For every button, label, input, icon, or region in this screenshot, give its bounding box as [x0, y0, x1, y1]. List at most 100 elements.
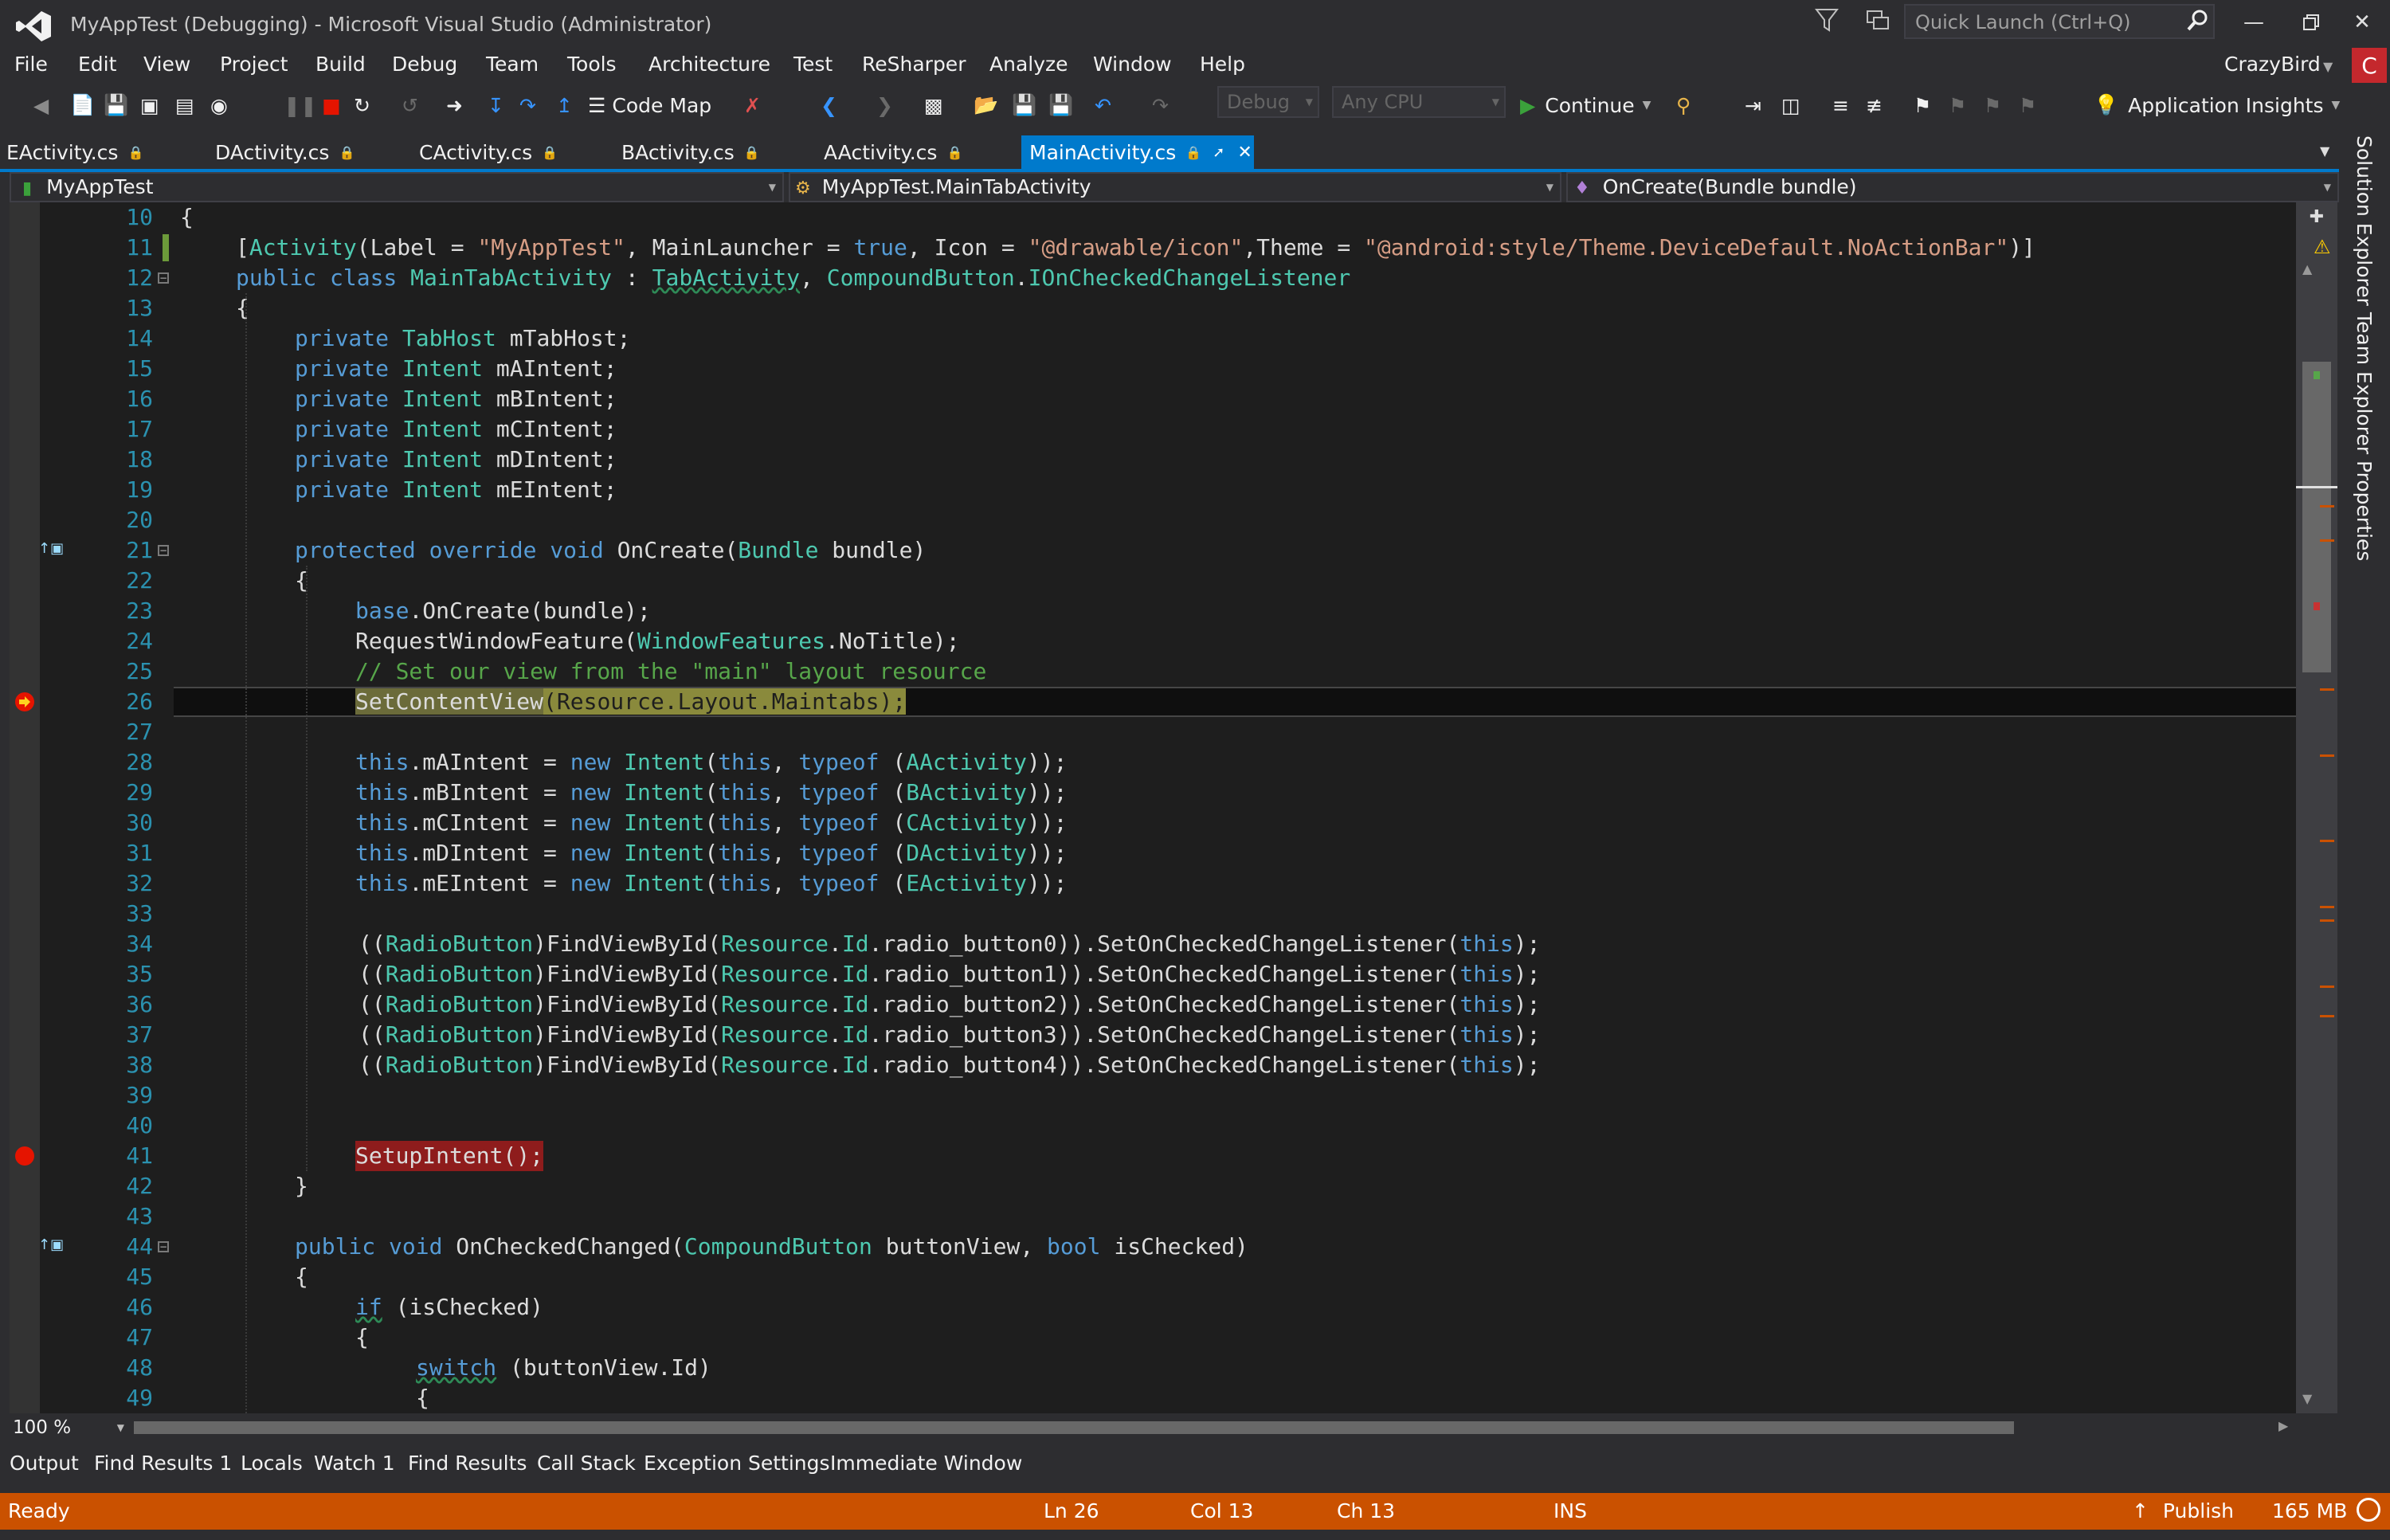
code-line[interactable]: 14 private TabHost mTabHost;	[10, 323, 2296, 354]
tab-aactivity[interactable]: AActivity.cs 🔒	[824, 135, 1015, 169]
columns-icon[interactable]: ◫	[1781, 91, 1800, 120]
hot-reload-icon[interactable]: ✗	[744, 91, 761, 120]
chevron-down-icon[interactable]: ▼	[2323, 59, 2333, 74]
indent-icon[interactable]: ⇥	[1745, 91, 1761, 120]
scroll-up-icon[interactable]: ▲	[2302, 261, 2312, 276]
code-line[interactable]: 36 ((RadioButton)FindViewById(Resource.I…	[10, 989, 2296, 1020]
navigate-backward-icon[interactable]: ❮	[821, 91, 837, 120]
pin-icon[interactable]: ➚	[1213, 144, 1224, 161]
continue-button[interactable]: ▶ Continue ▼	[1520, 91, 1651, 120]
code-line[interactable]: 22 {	[10, 566, 2296, 596]
code-line[interactable]: 40	[10, 1111, 2296, 1141]
user-name[interactable]: CrazyBird	[2224, 53, 2321, 76]
restore-button[interactable]	[2291, 5, 2331, 40]
screenshot-icon[interactable]: ▣	[140, 91, 159, 120]
solution-configuration-select[interactable]: Debug ▼	[1217, 86, 1319, 118]
code-line[interactable]: ↑▣ − 21 protected override void OnCreate…	[10, 535, 2296, 566]
zoom-select[interactable]: 100 % ▼	[10, 1415, 129, 1440]
step-into-icon[interactable]: ↧	[488, 91, 504, 120]
code-line[interactable]: 35 ((RadioButton)FindViewById(Resource.I…	[10, 959, 2296, 989]
tab-eactivity[interactable]: EActivity.cs 🔒	[6, 135, 198, 169]
code-line[interactable]: 31 this.mDIntent = new Intent(this, type…	[10, 838, 2296, 868]
tab-properties[interactable]: Properties	[2353, 460, 2376, 561]
tab-mainactivity[interactable]: MainActivity.cs 🔒 ➚ ✕	[1021, 135, 1254, 169]
code-line[interactable]: − 12 public class MainTabActivity : TabA…	[10, 263, 2296, 293]
code-line[interactable]: ↑▣ − 44 public void OnCheckedChanged(Com…	[10, 1232, 2296, 1262]
menu-project[interactable]: Project	[220, 53, 288, 76]
show-next-statement-icon[interactable]: ➜	[446, 91, 463, 120]
tab-find-results-1[interactable]: Find Results 1	[94, 1452, 232, 1475]
code-line[interactable]: 48 switch (buttonView.Id)	[10, 1353, 2296, 1383]
tab-find-results[interactable]: Find Results	[408, 1452, 527, 1475]
solution-icon[interactable]: ▩	[924, 91, 943, 120]
code-map-button[interactable]: ☰ Code Map	[588, 91, 711, 120]
code-line[interactable]: 39	[10, 1080, 2296, 1111]
code-line[interactable]: 30 this.mCIntent = new Intent(this, type…	[10, 808, 2296, 838]
code-line[interactable]: 45 {	[10, 1262, 2296, 1292]
breakpoint-icon[interactable]	[14, 1146, 35, 1166]
override-glyph-icon[interactable]: ↑▣	[38, 540, 64, 557]
scroll-right-icon[interactable]: ▶	[2278, 1418, 2288, 1433]
tab-cactivity[interactable]: CActivity.cs 🔒	[419, 135, 610, 169]
code-line[interactable]: 32 this.mEIntent = new Intent(this, type…	[10, 868, 2296, 899]
code-line[interactable]: 33	[10, 899, 2296, 929]
tab-output[interactable]: Output	[10, 1452, 79, 1475]
clear-bookmarks-icon[interactable]: ⚑	[2019, 91, 2036, 120]
warning-icon[interactable]: ⚠	[2314, 236, 2331, 258]
member-dropdown[interactable]: ♦ OnCreate(Bundle bundle) ▼	[1566, 172, 2339, 202]
scroll-down-icon[interactable]: ▼	[2302, 1391, 2312, 1406]
close-icon[interactable]: ✕	[1237, 143, 1252, 163]
code-line[interactable]: 27	[10, 717, 2296, 747]
feedback-filter-icon[interactable]	[1815, 6, 1839, 33]
restart-icon[interactable]: ↻	[354, 91, 370, 120]
menu-window[interactable]: Window	[1093, 53, 1172, 76]
collapse-toggle[interactable]: −	[158, 272, 169, 284]
menu-view[interactable]: View	[143, 53, 190, 76]
code-line[interactable]: 38 ((RadioButton)FindViewById(Resource.I…	[10, 1050, 2296, 1080]
code-line-breakpoint[interactable]: 41 SetupIntent();	[10, 1141, 2296, 1171]
tab-exception-settings[interactable]: Exception Settings	[644, 1452, 830, 1475]
implements-glyph-icon[interactable]: ↑▣	[38, 1236, 64, 1253]
code-editor[interactable]: 10 { 11 [Activity(Label = "MyAppTest", M…	[10, 202, 2296, 1413]
tab-locals[interactable]: Locals	[241, 1452, 303, 1475]
tab-dactivity[interactable]: DActivity.cs 🔒	[215, 135, 406, 169]
code-line[interactable]: 11 [Activity(Label = "MyAppTest", MainLa…	[10, 233, 2296, 263]
avatar[interactable]: C	[2352, 48, 2387, 83]
step-out-icon[interactable]: ↥	[556, 91, 573, 120]
menu-architecture[interactable]: Architecture	[648, 53, 770, 76]
current-statement-arrow-icon[interactable]	[14, 692, 35, 712]
open-file-icon[interactable]: 📂	[974, 91, 998, 120]
code-line[interactable]: 13 {	[10, 293, 2296, 323]
code-line[interactable]: 10 {	[10, 202, 2296, 233]
code-line-current[interactable]: 26 SetContentView(Resource.Layout.Mainta…	[10, 687, 2296, 717]
redo-icon[interactable]: ↷	[1152, 91, 1169, 120]
quick-launch-input[interactable]	[1914, 10, 2180, 34]
menu-analyze[interactable]: Analyze	[989, 53, 1068, 76]
navigate-forward-icon[interactable]: ❯	[876, 91, 893, 120]
tab-immediate-window[interactable]: Immediate Window	[830, 1452, 1022, 1475]
code-line[interactable]: 16 private Intent mBIntent;	[10, 384, 2296, 414]
minimize-button[interactable]: —	[2234, 5, 2274, 40]
tab-bactivity[interactable]: BActivity.cs 🔒	[621, 135, 813, 169]
code-line[interactable]: 49 {	[10, 1383, 2296, 1413]
code-line[interactable]: 43	[10, 1201, 2296, 1232]
tab-watch-1[interactable]: Watch 1	[314, 1452, 395, 1475]
new-project-icon[interactable]: 📄	[70, 91, 95, 120]
save-all-icon[interactable]: 💾	[104, 91, 128, 120]
navigate-back-icon[interactable]: ◀	[33, 91, 49, 120]
notifications-icon[interactable]	[1864, 6, 1891, 33]
vertical-scrollbar[interactable]: ✚ ⚠ ▲ ▼	[2296, 202, 2337, 1413]
find-icon[interactable]: ⚲	[1676, 91, 1691, 120]
menu-file[interactable]: File	[14, 53, 48, 76]
code-line[interactable]: 42 }	[10, 1171, 2296, 1201]
collapse-toggle[interactable]: −	[158, 1241, 169, 1252]
code-line[interactable]: 29 this.mBIntent = new Intent(this, type…	[10, 778, 2296, 808]
menu-test[interactable]: Test	[793, 53, 833, 76]
tab-call-stack[interactable]: Call Stack	[537, 1452, 636, 1475]
menu-resharper[interactable]: ReSharper	[862, 53, 966, 76]
uncomment-icon[interactable]: ≢	[1866, 91, 1883, 120]
project-dropdown[interactable]: ▮ MyAppTest ▼	[10, 172, 784, 202]
menu-tools[interactable]: Tools	[567, 53, 617, 76]
code-line[interactable]: 18 private Intent mDIntent;	[10, 445, 2296, 475]
code-line[interactable]: 28 this.mAIntent = new Intent(this, type…	[10, 747, 2296, 778]
